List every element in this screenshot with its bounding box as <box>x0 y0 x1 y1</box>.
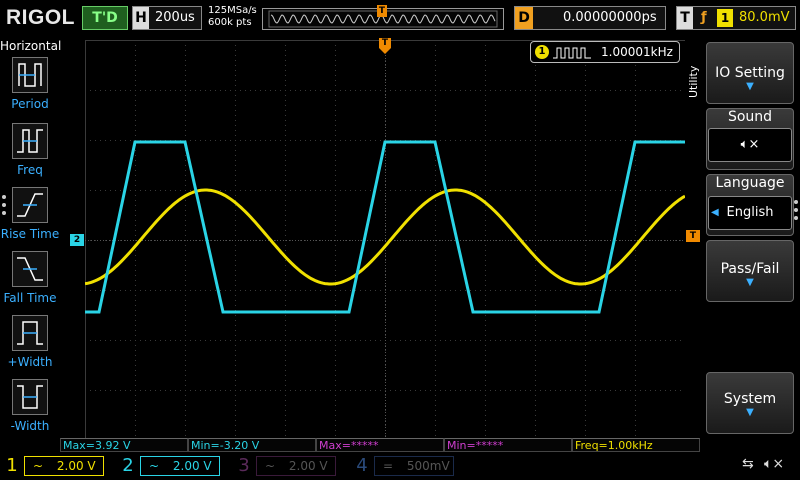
measure-fall-time-button[interactable]: Fall Time <box>0 251 60 313</box>
horizontal-label: H <box>133 7 149 29</box>
memory-depth: 600k pts <box>208 17 252 28</box>
channel-4[interactable]: 4 = 500mV <box>352 454 464 478</box>
channel-2[interactable]: 2 ~ 2.00 V <box>118 454 230 478</box>
speaker-muted-icon: 🔈︎× <box>740 137 760 152</box>
utility-tab: Utility <box>687 65 700 98</box>
usb-icon: ⇆ <box>742 456 754 472</box>
dc-coupling-icon: = <box>383 459 394 473</box>
trigger-level-marker[interactable]: T <box>686 230 700 242</box>
chevron-down-icon: ▼ <box>746 277 754 288</box>
delay-box[interactable]: D 0.00000000ps <box>514 6 666 30</box>
ch4-scale: 500mV <box>406 459 450 473</box>
ch1-scale: 2.00 V <box>56 459 96 473</box>
trigger-level: 80.0mV <box>739 10 790 25</box>
channel-bar: 1 ~ 2.00 V 2 ~ 2.00 V 3 ~ 2.00 V 4 = 500… <box>0 452 800 480</box>
side-dots <box>794 200 799 220</box>
measure-period-button[interactable]: Period <box>0 57 60 119</box>
delay-value: 0.00000000ps <box>563 10 657 25</box>
chevron-down-icon: ▼ <box>746 407 754 418</box>
negative-width-icon <box>12 379 48 415</box>
ac-coupling-icon: ~ <box>33 459 44 473</box>
trigger-label: T <box>677 7 693 29</box>
rigol-logo: RIGOL <box>6 6 75 29</box>
language-selector[interactable]: ◀ English <box>708 196 792 230</box>
ch1-waveform <box>84 188 686 286</box>
ch3-number: 3 <box>238 455 250 476</box>
fall-time-label: Fall Time <box>3 291 57 305</box>
rising-edge-icon: ƒ <box>701 10 707 25</box>
meas-ch2-max[interactable]: Max=3.92 V <box>60 438 188 452</box>
ac-coupling-icon: ~ <box>265 459 276 473</box>
waveform-grid <box>84 40 686 441</box>
freq-counter-channel: 1 <box>535 45 549 59</box>
panel-title: Horizontal <box>0 39 62 53</box>
positive-width-label: +Width <box>7 355 53 369</box>
sample-rate: 125MSa/s <box>208 5 257 16</box>
chevron-left-icon: ◀ <box>711 207 719 218</box>
trigger-time-marker[interactable]: T <box>379 38 391 54</box>
frequency-counter: 1 1.00001kHz <box>530 41 680 63</box>
channel-3[interactable]: 3 ~ 2.00 V <box>234 454 346 478</box>
language-value: English <box>726 205 774 220</box>
period-label: Period <box>11 97 49 111</box>
meas-ch1-freq[interactable]: Freq=1.00kHz <box>572 438 700 452</box>
timebase-box[interactable]: H 200us <box>132 6 202 30</box>
acquisition-info: 125MSa/s 600k pts <box>208 5 257 29</box>
speaker-muted-icon: 🔈︎× <box>764 456 785 472</box>
negative-width-label: -Width <box>10 419 50 433</box>
delay-label: D <box>515 7 533 29</box>
ch2-number: 2 <box>122 455 134 476</box>
run-state-badge[interactable]: T'D <box>82 6 128 30</box>
system-button[interactable]: System ▼ <box>706 372 794 434</box>
freq-counter-value: 1.00001kHz <box>601 45 673 59</box>
period-icon <box>12 57 48 93</box>
meas-ch3-min[interactable]: Min=***** <box>444 438 572 452</box>
sound-toggle[interactable]: 🔈︎× <box>708 128 792 162</box>
memory-overview-bar: T <box>262 5 504 30</box>
freq-icon <box>12 123 48 159</box>
measure-positive-width-button[interactable]: +Width <box>0 315 60 377</box>
ch4-number: 4 <box>356 455 368 476</box>
horizontal-measure-panel: Horizontal Period Freq Rise Time Fall Ti… <box>0 37 62 451</box>
rise-time-icon <box>12 187 48 223</box>
meas-ch3-max[interactable]: Max=***** <box>316 438 444 452</box>
trigger-source: 1 <box>717 9 733 27</box>
fall-time-icon <box>12 251 48 287</box>
ac-coupling-icon: ~ <box>149 459 160 473</box>
timebase-value: 200us <box>155 10 195 25</box>
measure-rise-time-button[interactable]: Rise Time <box>0 187 60 249</box>
measure-freq-button[interactable]: Freq <box>0 123 60 185</box>
measure-negative-width-button[interactable]: -Width <box>0 379 60 441</box>
ch2-scale: 2.00 V <box>172 459 212 473</box>
chevron-down-icon: ▼ <box>746 81 754 92</box>
pulse-icon <box>553 47 591 59</box>
trigger-box[interactable]: T ƒ 1 80.0mV <box>676 6 796 30</box>
freq-label: Freq <box>17 163 43 177</box>
top-status-bar: RIGOL T'D H 200us 125MSa/s 600k pts T D … <box>0 0 800 36</box>
positive-width-icon <box>12 315 48 351</box>
ch3-scale: 2.00 V <box>288 459 328 473</box>
ch2-offset-marker[interactable]: 2 <box>70 234 84 246</box>
io-setting-button[interactable]: IO Setting ▼ <box>706 42 794 104</box>
meas-ch2-min[interactable]: Min=-3.20 V <box>188 438 316 452</box>
measurement-bar: Max=3.92 V Min=-3.20 V Max=***** Min=***… <box>60 438 700 452</box>
pass-fail-button[interactable]: Pass/Fail ▼ <box>706 240 794 302</box>
ch1-number: 1 <box>6 455 18 476</box>
trigger-position-marker: T <box>377 5 387 17</box>
waveform-display[interactable] <box>84 40 686 441</box>
channel-1[interactable]: 1 ~ 2.00 V <box>2 454 114 478</box>
rise-time-label: Rise Time <box>0 227 60 241</box>
